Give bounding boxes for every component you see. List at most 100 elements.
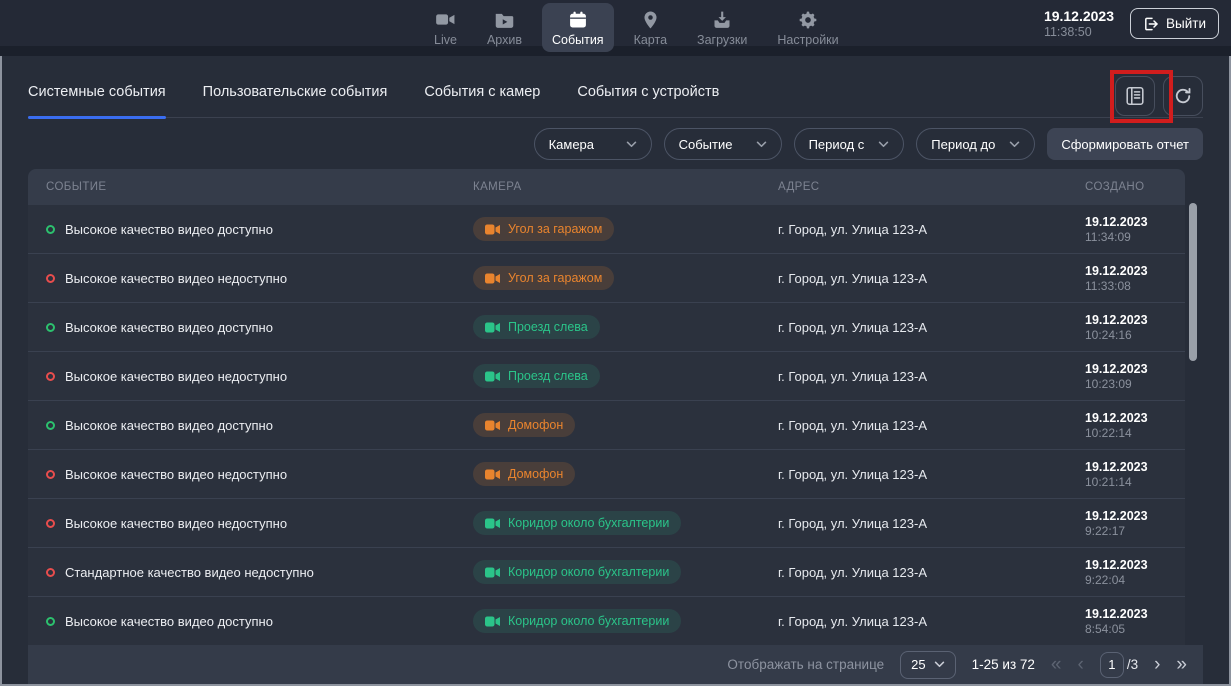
created-time: 8:54:05 (1085, 622, 1185, 636)
event-text: Высокое качество видео доступно (65, 418, 273, 433)
current-page-box[interactable]: 1 (1100, 652, 1124, 678)
event-cell: Высокое качество видео доступно (28, 320, 455, 335)
next-page-button[interactable]: › (1154, 655, 1160, 674)
nav-item-uploads[interactable]: Загрузки (687, 3, 757, 52)
filter-dropdown-period-from[interactable]: Период с (794, 128, 905, 160)
filter-dropdown-event[interactable]: Событие (664, 128, 782, 160)
event-cell: Высокое качество видео недоступно (28, 369, 455, 384)
event-text: Стандартное качество видео недоступно (65, 565, 314, 580)
nav-item-label: Настройки (777, 33, 838, 47)
camera-icon (485, 371, 500, 382)
table-row[interactable]: Стандартное качество видео недоступно Кор… (28, 548, 1185, 597)
filter-dropdown-period-to[interactable]: Период до (916, 128, 1035, 160)
event-cell: Высокое качество видео доступно (28, 222, 455, 237)
camera-icon (485, 616, 500, 627)
address-cell: г. Город, ул. Улица 123-А (760, 418, 1067, 433)
address-cell: г. Город, ул. Улица 123-А (760, 369, 1067, 384)
created-date: 19.12.2023 (1085, 558, 1185, 572)
nav-item-label: Карта (634, 33, 667, 47)
per-page-label: Отображать на странице (727, 657, 884, 672)
created-date: 19.12.2023 (1085, 460, 1185, 474)
filter-dropdown-label: Камера (549, 137, 594, 152)
table-row[interactable]: Высокое качество видео доступно Коридор о… (28, 597, 1185, 646)
camera-cell: Домофон (455, 462, 760, 486)
generate-report-button[interactable]: Сформировать отчет (1047, 128, 1203, 160)
address-cell: г. Город, ул. Улица 123-А (760, 467, 1067, 482)
downloads-icon (712, 9, 732, 30)
status-error-icon (46, 274, 55, 283)
table-row[interactable]: Высокое качество видео недоступно Домофон… (28, 450, 1185, 499)
status-ok-icon (46, 225, 55, 234)
main-nav: Live АрхивСобытия Карта Загрузки Настройки (424, 3, 849, 52)
camera-badge[interactable]: Проезд слева (473, 364, 600, 388)
tab-camera-events[interactable]: События с камер (424, 66, 540, 117)
camera-badge-label: Проезд слева (508, 369, 588, 383)
nav-item-archive[interactable]: Архив (477, 3, 532, 52)
column-header-address: АДРЕС (760, 181, 1067, 193)
first-page-button[interactable]: « (1051, 655, 1062, 674)
filter-dropdown-label: Период с (809, 137, 865, 152)
tab-device-events[interactable]: События с устройств (577, 66, 719, 117)
scrollbar-thumb[interactable] (1189, 203, 1197, 361)
camera-badge-label: Угол за гаражом (508, 222, 602, 236)
event-cell: Высокое качество видео доступно (28, 418, 455, 433)
created-date: 19.12.2023 (1085, 509, 1185, 523)
event-cell: Высокое качество видео доступно (28, 614, 455, 629)
camera-badge[interactable]: Домофон (473, 462, 575, 486)
table-row[interactable]: Высокое качество видео доступно Проезд сл… (28, 303, 1185, 352)
camera-badge[interactable]: Коридор около бухгалтерии (473, 609, 681, 633)
current-date: 19.12.2023 (1044, 8, 1114, 24)
camera-badge-label: Коридор около бухгалтерии (508, 614, 669, 628)
table-body: Высокое качество видео доступно Угол за г… (28, 205, 1185, 646)
nav-item-label: Live (434, 33, 457, 47)
camera-icon (485, 273, 500, 284)
event-cell: Высокое качество видео недоступно (28, 467, 455, 482)
status-error-icon (46, 372, 55, 381)
camera-icon (485, 469, 500, 480)
camera-cell: Коридор около бухгалтерии (455, 609, 760, 633)
camera-icon (485, 224, 500, 235)
logout-button[interactable]: Выйти (1130, 8, 1219, 39)
table-row[interactable]: Высокое качество видео недоступноКоридор… (28, 499, 1185, 548)
created-date: 19.12.2023 (1085, 215, 1185, 229)
table-row[interactable]: Высокое качество видео недоступно Проезд … (28, 352, 1185, 401)
tab-system-events[interactable]: Системные события (28, 66, 166, 117)
event-text: Высокое качество видео недоступно (65, 369, 287, 384)
table-row[interactable]: Высокое качество видео недоступноУгол за… (28, 254, 1185, 303)
topbar-right: 19.12.2023 11:38:50 Выйти (1044, 8, 1219, 39)
refresh-button[interactable] (1163, 76, 1203, 116)
created-time: 10:22:14 (1085, 426, 1185, 440)
camera-badge[interactable]: Угол за гаражом (473, 266, 614, 290)
camera-badge[interactable]: Угол за гаражом (473, 217, 614, 241)
tab-user-events[interactable]: Пользовательские события (203, 66, 388, 117)
address-cell: г. Город, ул. Улица 123-А (760, 516, 1067, 531)
report-view-button[interactable] (1115, 76, 1155, 116)
camera-badge[interactable]: Проезд слева (473, 315, 600, 339)
status-error-icon (46, 470, 55, 479)
chevron-down-icon (626, 141, 637, 148)
camera-badge-label: Коридор около бухгалтерии (508, 516, 669, 530)
created-date: 19.12.2023 (1085, 411, 1185, 425)
nav-item-settings[interactable]: Настройки (767, 3, 848, 52)
page-size-select[interactable]: 25 (900, 651, 955, 679)
filter-dropdown-label: Событие (679, 137, 733, 152)
camera-cell: Домофон (455, 413, 760, 437)
last-page-button[interactable]: » (1176, 655, 1187, 674)
results-range: 1-25 из 72 (972, 657, 1035, 672)
camera-badge[interactable]: Коридор около бухгалтерии (473, 511, 681, 535)
created-cell: 19.12.202310:22:14 (1067, 411, 1185, 440)
prev-page-button[interactable]: ‹ (1078, 655, 1084, 674)
datetime: 19.12.2023 11:38:50 (1044, 8, 1114, 39)
nav-item-events[interactable]: События (542, 3, 614, 52)
tabs: Системные события Пользовательские событи… (28, 66, 1203, 117)
events-table: СОБЫТИЕКАМЕРААДРЕССОЗДАНО Высокое качест… (28, 169, 1185, 646)
nav-item-map[interactable]: Карта (624, 3, 677, 52)
camera-badge[interactable]: Домофон (473, 413, 575, 437)
table-row[interactable]: Высокое качество видео доступно Домофон г.… (28, 401, 1185, 450)
filter-dropdown-camera[interactable]: Камера (534, 128, 652, 160)
column-header-created: СОЗДАНО (1067, 181, 1185, 193)
camera-badge[interactable]: Коридор около бухгалтерии (473, 560, 681, 584)
nav-item-live[interactable]: Live (424, 3, 467, 52)
map-pin-icon (642, 9, 659, 30)
table-row[interactable]: Высокое качество видео доступно Угол за г… (28, 205, 1185, 254)
